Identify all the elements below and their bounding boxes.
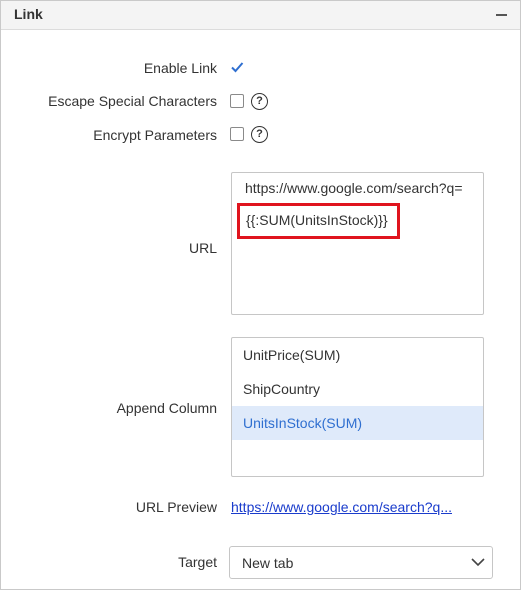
encrypt-params-checkbox[interactable] <box>230 127 244 141</box>
append-column-label: Append Column <box>116 400 217 416</box>
help-icon[interactable]: ? <box>251 126 268 143</box>
append-column-list[interactable]: UnitPrice(SUM) ShipCountry UnitsInStock(… <box>231 337 484 477</box>
url-textarea[interactable]: https://www.google.com/search?q= {{:SUM(… <box>231 172 484 315</box>
chevron-down-icon <box>471 558 485 567</box>
list-item-selected[interactable]: UnitsInStock(SUM) <box>232 406 483 440</box>
collapse-icon[interactable] <box>496 14 507 16</box>
list-item[interactable]: UnitPrice(SUM) <box>232 338 483 372</box>
link-settings-panel: Link Enable Link Escape Special Characte… <box>0 0 521 590</box>
enable-link-checkbox[interactable] <box>230 60 244 74</box>
encrypt-params-label: Encrypt Parameters <box>93 127 217 143</box>
target-select-value: New tab <box>242 555 294 571</box>
help-icon[interactable]: ? <box>251 93 268 110</box>
url-preview-label: URL Preview <box>135 499 217 515</box>
target-select[interactable]: New tab <box>229 546 493 579</box>
panel-header[interactable]: Link <box>1 1 520 30</box>
panel-title: Link <box>14 6 43 22</box>
url-label: URL <box>188 240 217 256</box>
url-highlight-box: {{:SUM(UnitsInStock)}} <box>237 203 400 239</box>
target-label: Target <box>178 554 217 570</box>
url-placeholder-token: {{:SUM(UnitsInStock)}} <box>246 212 388 228</box>
enable-link-label: Enable Link <box>143 60 217 76</box>
escape-special-checkbox[interactable] <box>230 94 244 108</box>
list-item[interactable]: ShipCountry <box>232 372 483 406</box>
url-preview-link[interactable]: https://www.google.com/search?q... <box>231 499 452 515</box>
escape-special-label: Escape Special Characters <box>48 93 217 109</box>
url-text-line: https://www.google.com/search?q= <box>245 180 463 196</box>
checkmark-icon <box>231 62 244 73</box>
